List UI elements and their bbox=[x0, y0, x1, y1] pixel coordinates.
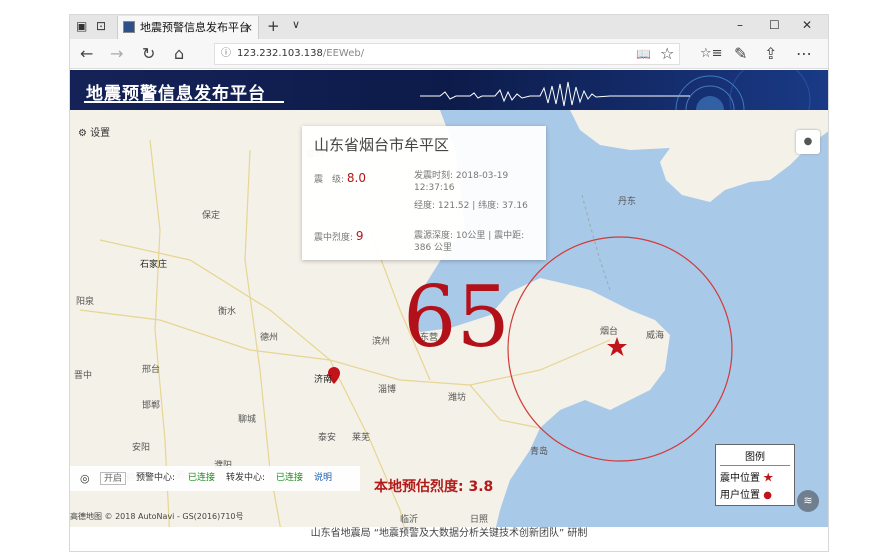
url-host: 123.232.103.138 bbox=[237, 48, 323, 59]
relay-label: 转发中心: bbox=[226, 473, 266, 483]
browser-tab[interactable]: 地震预警信息发布平台 × bbox=[117, 16, 259, 39]
settings-button[interactable]: ⚙ 设置 bbox=[78, 124, 110, 139]
tab-close-button[interactable]: × bbox=[244, 16, 253, 39]
alarm-toggle[interactable]: 开启 bbox=[100, 472, 127, 485]
favorite-star-icon[interactable]: ☆ bbox=[660, 44, 674, 63]
alarm-icon: ◎ bbox=[80, 472, 90, 485]
legend-title: 图例 bbox=[745, 452, 765, 463]
layers-icon: ≋ bbox=[803, 494, 813, 507]
tab-actions-icon[interactable]: ▣ bbox=[76, 19, 87, 33]
intensity-row: 震中烈度: 9 bbox=[314, 230, 364, 244]
city-label: 泰安 bbox=[318, 433, 337, 443]
map-pin-icon: ● bbox=[763, 490, 772, 501]
city-label: 日照 bbox=[470, 515, 489, 525]
magnitude-value: 8.0 bbox=[346, 171, 367, 185]
coordinates: 经度: 121.52 | 纬度: 37.16 bbox=[414, 201, 528, 211]
intensity-label: 震中烈度: bbox=[314, 233, 354, 243]
tab-bar: ▣ ⊡ 地震预警信息发布平台 × + ∨ – ☐ ✕ bbox=[70, 15, 828, 39]
home-icon[interactable]: ⌂ bbox=[174, 44, 184, 63]
city-label: 邢台 bbox=[142, 365, 161, 375]
close-window-button[interactable]: ✕ bbox=[802, 18, 812, 32]
depth-distance: 震源深度: 10公里 | 震中距: 386 公里 bbox=[414, 231, 525, 253]
center-label: 预警中心: bbox=[136, 473, 176, 483]
city-label: 石家庄 bbox=[140, 260, 168, 270]
center-status: 已连接 bbox=[188, 473, 216, 483]
seismic-wave-graphic bbox=[420, 70, 811, 110]
address-bar[interactable]: ⓘ 123.232.103.138/EEWeb/ bbox=[214, 43, 680, 65]
time-row: 发震时刻: 2018-03-19 12:37:16 bbox=[414, 170, 536, 194]
city-label: 保定 bbox=[202, 211, 221, 221]
star-icon: ★ bbox=[763, 473, 774, 484]
favorites-list-icon[interactable]: ☆≡ bbox=[700, 46, 723, 61]
help-link[interactable]: 说明 bbox=[314, 466, 332, 491]
reading-view-icon[interactable]: 📖 bbox=[636, 47, 651, 61]
legend-epicenter: 震中位置 ★ bbox=[716, 469, 794, 484]
more-icon[interactable]: ⋯ bbox=[796, 44, 812, 63]
city-label: 安阳 bbox=[132, 443, 151, 453]
intensity-value: 9 bbox=[355, 229, 364, 243]
countdown-seconds: 65 bbox=[403, 268, 510, 366]
city-label: 临沂 bbox=[400, 515, 419, 525]
footer-credit: 山东省地震局 “地震预警及大数据分析关键技术创新团队” 研制 bbox=[310, 528, 588, 539]
epicenter-location: 山东省烟台市牟平区 bbox=[314, 136, 450, 154]
time-label: 发震时刻: bbox=[414, 171, 454, 181]
legend-user: 用户位置 ● bbox=[716, 486, 794, 501]
city-label: 阳泉 bbox=[76, 297, 95, 307]
earthquake-info-card: 山东省烟台市牟平区 震 级: 8.0 发震时刻: 2018-03-19 12:3… bbox=[302, 126, 546, 260]
refresh-icon[interactable]: ↻ bbox=[142, 44, 155, 63]
legend-epicenter-label: 震中位置 bbox=[720, 473, 760, 484]
map-mode-button[interactable]: ● bbox=[796, 130, 820, 154]
city-label: 烟台 bbox=[600, 327, 619, 337]
site-info-icon[interactable]: ⓘ bbox=[221, 44, 231, 64]
map-copyright: 高德地图 © 2018 AutoNavi - GS(2016)710号 bbox=[70, 512, 244, 521]
city-label: 济南 bbox=[314, 375, 333, 385]
notes-icon[interactable]: ✎ bbox=[734, 44, 747, 63]
city-label: 晋中 bbox=[74, 371, 93, 381]
city-label: 威海 bbox=[646, 331, 665, 341]
relay-status: 已连接 bbox=[276, 473, 304, 483]
site-banner: 地震预警信息发布平台 bbox=[70, 70, 828, 110]
city-label: 潍坊 bbox=[448, 393, 467, 403]
magnitude-label: 震 级: bbox=[314, 175, 345, 185]
forward-icon[interactable]: → bbox=[110, 44, 123, 63]
tab-title: 地震预警信息发布平台 bbox=[140, 21, 250, 34]
connection-status-bar: ◎ 开启 预警中心: 已连接 转发中心: 已连接 说明 bbox=[70, 466, 360, 491]
map-legend: 图例 震中位置 ★ 用户位置 ● bbox=[715, 444, 795, 506]
local-intensity: 本地预估烈度: 3.8 bbox=[374, 479, 494, 495]
url-path: /EEWeb/ bbox=[322, 48, 365, 59]
city-label: 德州 bbox=[260, 333, 279, 343]
magnitude-row: 震 级: 8.0 bbox=[314, 172, 366, 186]
land-northeast bbox=[570, 110, 828, 202]
maximize-button[interactable]: ☐ bbox=[769, 18, 780, 32]
back-icon[interactable]: ← bbox=[80, 44, 93, 63]
new-tab-button[interactable]: + bbox=[267, 17, 280, 35]
map-area[interactable]: 保定 石家庄 衡水 阳泉 晋中 邢台 德州 邯郸 聊城 安阳 鹤壁 新乡 濮阳 … bbox=[70, 110, 828, 551]
city-label: 衡水 bbox=[218, 307, 237, 317]
settings-label: 设置 bbox=[90, 128, 111, 139]
city-label: 邯郸 bbox=[142, 401, 161, 411]
legend-user-label: 用户位置 bbox=[720, 490, 760, 501]
city-label: 青岛 bbox=[530, 447, 549, 457]
page-footer: 山东省地震局 “地震预警及大数据分析关键技术创新团队” 研制 bbox=[70, 527, 828, 551]
tab-list-button[interactable]: ∨ bbox=[292, 18, 300, 31]
minimize-button[interactable]: – bbox=[737, 18, 743, 32]
city-label: 莱芜 bbox=[352, 433, 371, 443]
navigation-bar: ← → ↻ ⌂ ⓘ 123.232.103.138/EEWeb/ 📖 ☆ ☆≡ … bbox=[70, 39, 828, 69]
record-icon: ● bbox=[803, 136, 813, 147]
tab-preview-icon[interactable]: ⊡ bbox=[96, 19, 106, 33]
gear-icon: ⚙ bbox=[78, 128, 87, 139]
share-icon[interactable]: ⇪ bbox=[764, 44, 777, 63]
favicon-icon bbox=[123, 21, 135, 33]
city-label: 淄博 bbox=[378, 385, 397, 395]
browser-window: ▣ ⊡ 地震预警信息发布平台 × + ∨ – ☐ ✕ ← → ↻ ⌂ ⓘ 123… bbox=[69, 14, 829, 552]
city-label: 丹东 bbox=[618, 197, 637, 207]
city-label: 聊城 bbox=[238, 415, 257, 425]
layers-button[interactable]: ≋ bbox=[797, 490, 819, 512]
city-label: 滨州 bbox=[372, 337, 391, 347]
